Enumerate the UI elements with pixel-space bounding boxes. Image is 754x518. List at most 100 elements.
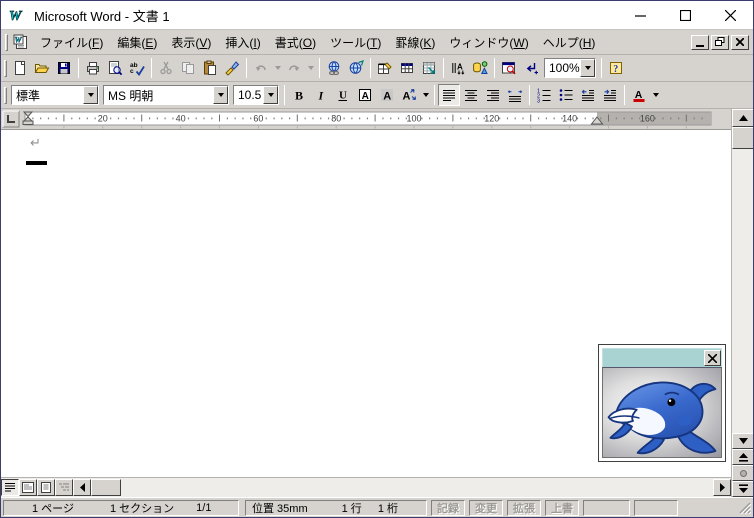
center-button[interactable] <box>460 84 482 106</box>
scroll-left-button[interactable] <box>73 479 91 496</box>
previous-page-button[interactable] <box>732 449 753 465</box>
doc-close-button[interactable] <box>731 34 749 50</box>
insert-table-button[interactable] <box>396 57 418 79</box>
style-dropdown-arrow[interactable] <box>83 86 98 104</box>
numbering-button[interactable]: 123 <box>533 84 555 106</box>
font-color-dropdown-arrow[interactable] <box>650 84 661 106</box>
menu-item-help[interactable]: ヘルプ(H) <box>536 34 603 52</box>
print-preview-button[interactable] <box>104 57 126 79</box>
new-document-button[interactable] <box>9 57 31 79</box>
zoom-dropdown-arrow[interactable] <box>580 59 595 77</box>
print-button[interactable] <box>82 57 104 79</box>
vertical-scroll-track[interactable] <box>732 149 753 433</box>
text-direction-button[interactable]: A <box>447 57 469 79</box>
close-button[interactable] <box>708 1 753 29</box>
font-combo[interactable]: MS 明朝 <box>103 85 229 105</box>
font-size-combo[interactable]: 10.5 <box>233 85 279 105</box>
menu-item-insert[interactable]: 挿入(I) <box>218 34 267 52</box>
scroll-up-button[interactable] <box>732 109 753 127</box>
menu-item-edit[interactable]: 編集(E) <box>110 34 164 52</box>
paste-button[interactable] <box>199 57 221 79</box>
open-button[interactable] <box>31 57 53 79</box>
select-browse-object-button[interactable] <box>732 465 753 481</box>
insert-excel-worksheet-button[interactable] <box>418 57 440 79</box>
resize-grip[interactable] <box>738 501 751 514</box>
show-formatting-marks-icon <box>523 60 539 76</box>
web-layout-view-button[interactable] <box>19 479 37 496</box>
enclose-characters-button[interactable]: A <box>354 84 376 106</box>
minimize-icon <box>635 10 646 21</box>
document-area[interactable]: ↵ <box>1 129 731 477</box>
next-page-button[interactable] <box>732 481 753 497</box>
copy-button <box>177 57 199 79</box>
character-shading-button[interactable]: A <box>376 84 398 106</box>
menu-item-view[interactable]: 表示(V) <box>164 34 218 52</box>
svg-text:A: A <box>403 91 411 103</box>
underline-button[interactable]: U <box>332 84 354 106</box>
font-dropdown-arrow[interactable] <box>213 86 228 104</box>
justify-button[interactable] <box>438 84 460 106</box>
vertical-scroll-thumb[interactable] <box>732 127 753 149</box>
office-assistant-body[interactable] <box>602 367 722 458</box>
page-indicator: 1/1 <box>196 501 212 514</box>
font-size-value[interactable]: 10.5 <box>234 88 263 102</box>
formatting-toolbar-grab-handle[interactable] <box>4 86 7 104</box>
insert-hyperlink-button[interactable] <box>323 57 345 79</box>
normal-view-button[interactable] <box>1 479 19 496</box>
insert-hyperlink-icon <box>326 60 342 76</box>
spelling-grammar-button[interactable]: ab c <box>126 57 148 79</box>
align-right-button[interactable] <box>482 84 504 106</box>
menu-item-format[interactable]: 書式(O) <box>268 34 323 52</box>
minimize-button[interactable] <box>618 1 663 29</box>
vertical-scrollbar[interactable] <box>731 109 753 497</box>
font-size-dropdown-arrow[interactable] <box>263 86 278 104</box>
decrease-indent-button[interactable] <box>577 84 599 106</box>
document-icon: W <box>12 34 29 51</box>
office-assistant-window[interactable] <box>598 344 726 462</box>
format-painter-button[interactable] <box>221 57 243 79</box>
enhanced-formatting-dropdown-arrow[interactable] <box>420 84 431 106</box>
horizontal-ruler[interactable]: 20 40 60 80 100 120 140 160 <box>1 109 731 129</box>
style-value[interactable]: 標準 <box>12 87 83 104</box>
status-indicator[interactable]: 記録 <box>431 499 465 516</box>
menu-item-table[interactable]: 罫線(K) <box>388 34 442 52</box>
status-indicator[interactable]: 変更 <box>469 499 503 516</box>
zoom-combo[interactable]: 100% <box>544 58 596 78</box>
show-formatting-marks-button[interactable] <box>520 57 542 79</box>
document-map-button[interactable] <box>498 57 520 79</box>
distribute-characters-button[interactable] <box>504 84 526 106</box>
bold-button[interactable]: B <box>288 84 310 106</box>
assistant-close-button[interactable] <box>704 350 721 366</box>
font-value[interactable]: MS 明朝 <box>104 87 213 104</box>
title-bar[interactable]: W Microsoft Word - 文書 1 <box>1 1 753 30</box>
web-toolbar-button[interactable] <box>345 57 367 79</box>
increase-indent-button[interactable] <box>599 84 621 106</box>
enhanced-formatting-button[interactable]: A <box>398 84 420 106</box>
bullets-button[interactable] <box>555 84 577 106</box>
status-indicator[interactable]: 拡張 <box>507 499 541 516</box>
doc-minimize-button[interactable] <box>691 34 709 50</box>
horizontal-scrollbar[interactable] <box>1 477 731 497</box>
horizontal-scroll-thumb[interactable] <box>91 479 121 496</box>
menu-item-file[interactable]: ファイル(F) <box>33 34 110 52</box>
standard-toolbar-grab-handle[interactable] <box>4 59 7 77</box>
office-assistant-titlebar[interactable] <box>602 348 722 367</box>
drawing-button[interactable] <box>469 57 491 79</box>
office-assistant-help-button[interactable]: ? <box>605 57 627 79</box>
italic-button[interactable]: I <box>310 84 332 106</box>
scroll-down-button[interactable] <box>732 433 753 449</box>
maximize-button[interactable] <box>663 1 708 29</box>
tables-and-borders-button[interactable] <box>374 57 396 79</box>
doc-restore-button[interactable] <box>711 34 729 50</box>
save-button[interactable] <box>53 57 75 79</box>
menu-item-tools[interactable]: ツール(T) <box>323 34 388 52</box>
menu-grab-handle[interactable] <box>5 33 8 51</box>
outline-view-button[interactable] <box>55 479 73 496</box>
style-combo[interactable]: 標準 <box>11 85 99 105</box>
scroll-right-button[interactable] <box>713 479 731 496</box>
zoom-value[interactable]: 100% <box>545 61 580 75</box>
status-indicator[interactable]: 上書 <box>545 499 579 516</box>
print-layout-view-button[interactable] <box>37 479 55 496</box>
font-color-button[interactable]: A <box>628 84 650 106</box>
menu-item-window[interactable]: ウィンドウ(W) <box>442 34 535 52</box>
